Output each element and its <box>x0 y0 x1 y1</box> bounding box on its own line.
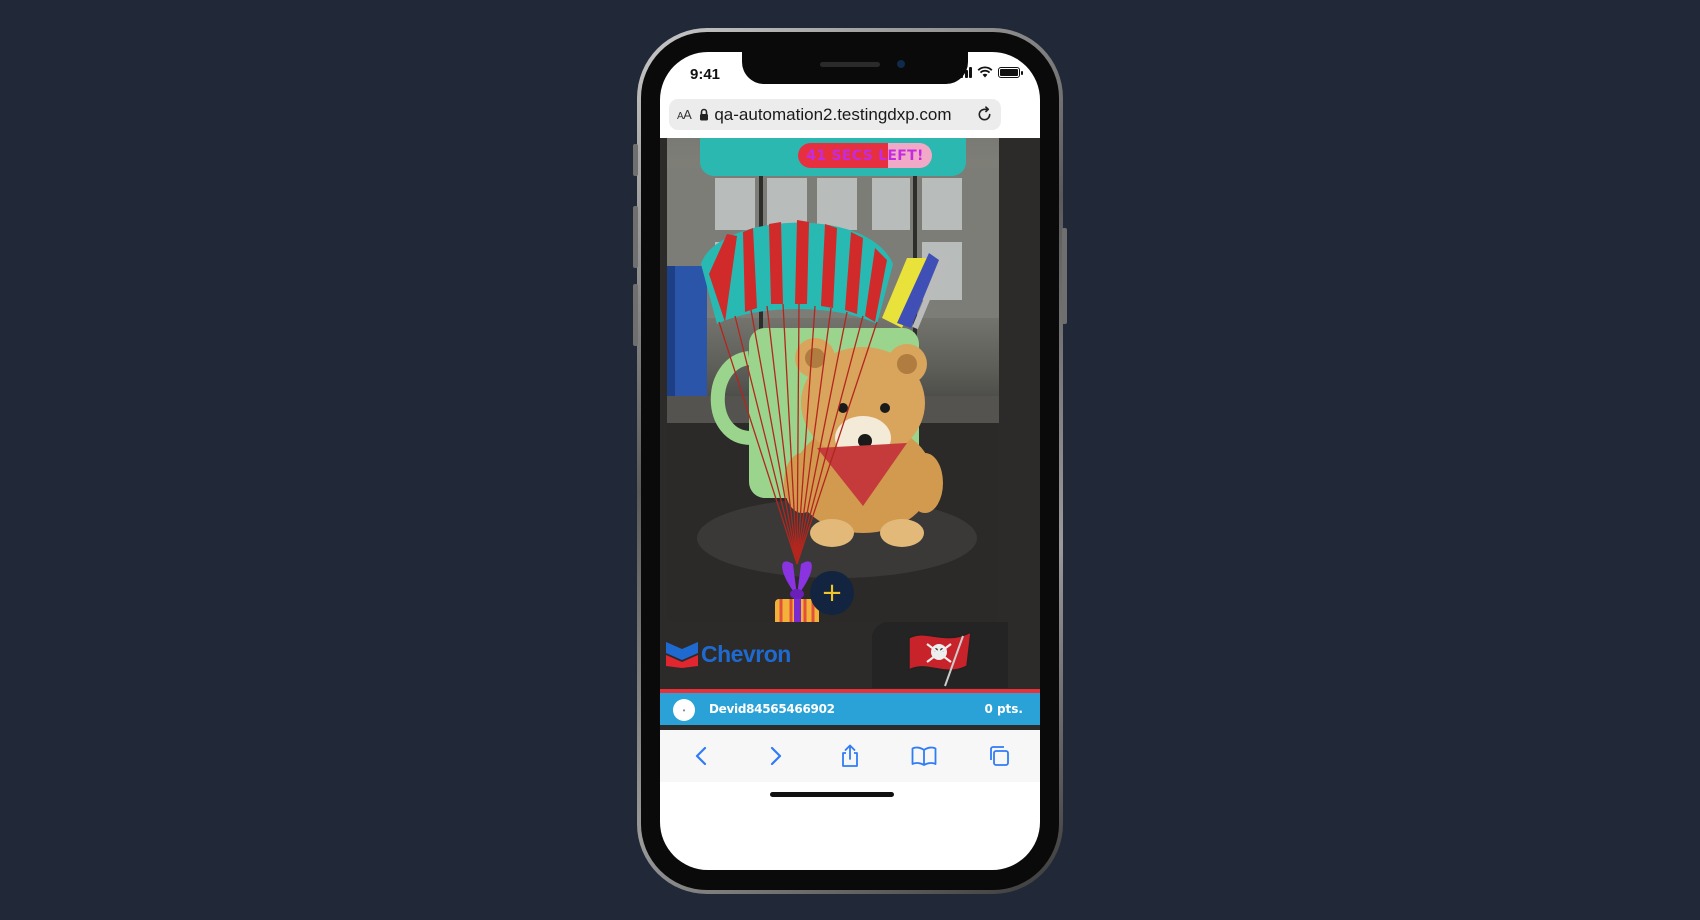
book-icon <box>911 746 937 766</box>
timer-banner: 41 SECS LEFT! <box>700 138 966 176</box>
back-button[interactable] <box>681 736 721 776</box>
avatar[interactable]: • <box>673 699 695 721</box>
notch <box>742 52 968 84</box>
camera-ar-scene[interactable] <box>667 138 999 622</box>
power-button <box>1062 228 1067 324</box>
silent-switch <box>633 144 638 176</box>
bookmarks-button[interactable] <box>904 736 944 776</box>
tabs-button[interactable] <box>979 736 1019 776</box>
home-indicator[interactable] <box>770 792 894 797</box>
speaker <box>820 62 880 67</box>
parachute-gift-icon[interactable] <box>697 204 897 622</box>
chevron-left-icon <box>696 746 707 766</box>
status-time: 9:41 <box>690 66 721 83</box>
wifi-icon <box>977 66 993 78</box>
front-camera <box>897 60 905 68</box>
chevron-wordmark: Chevron <box>701 640 791 667</box>
reload-icon[interactable] <box>976 106 993 123</box>
game-webview: 41 SECS LEFT! Chevron • Devid84565466902… <box>660 138 1040 730</box>
chevron-right-icon <box>770 746 781 766</box>
share-icon <box>842 744 858 767</box>
sponsor-strip: Chevron <box>660 622 1040 690</box>
browser-toolbar <box>660 730 1040 782</box>
share-button[interactable] <box>830 736 870 776</box>
volume-up-button <box>633 206 638 268</box>
phone-frame: 9:41 AA qa-automation2.testingdxp.com 41… <box>633 28 1067 894</box>
chevron-chevrons-icon <box>666 642 698 668</box>
points-display: 0 pts. <box>984 702 1023 716</box>
volume-down-button <box>633 284 638 346</box>
tabs-icon <box>989 746 1009 766</box>
buccaneers-flag-icon <box>908 630 972 687</box>
battery-icon <box>998 66 1023 78</box>
forward-button[interactable] <box>756 736 796 776</box>
address-bar[interactable]: AA qa-automation2.testingdxp.com <box>669 99 1001 130</box>
username: Devid84565466902 <box>709 702 835 716</box>
countdown-timer: 41 SECS LEFT! <box>798 143 932 168</box>
add-button[interactable]: + <box>810 571 854 615</box>
url-text[interactable]: qa-automation2.testingdxp.com <box>714 105 972 125</box>
text-size-button[interactable]: AA <box>677 107 692 122</box>
user-score-bar: • Devid84565466902 0 pts. <box>660 689 1040 725</box>
phone-screen: 9:41 AA qa-automation2.testingdxp.com 41… <box>660 52 1040 870</box>
chevron-logo: Chevron <box>666 640 791 668</box>
lock-icon <box>700 108 709 121</box>
